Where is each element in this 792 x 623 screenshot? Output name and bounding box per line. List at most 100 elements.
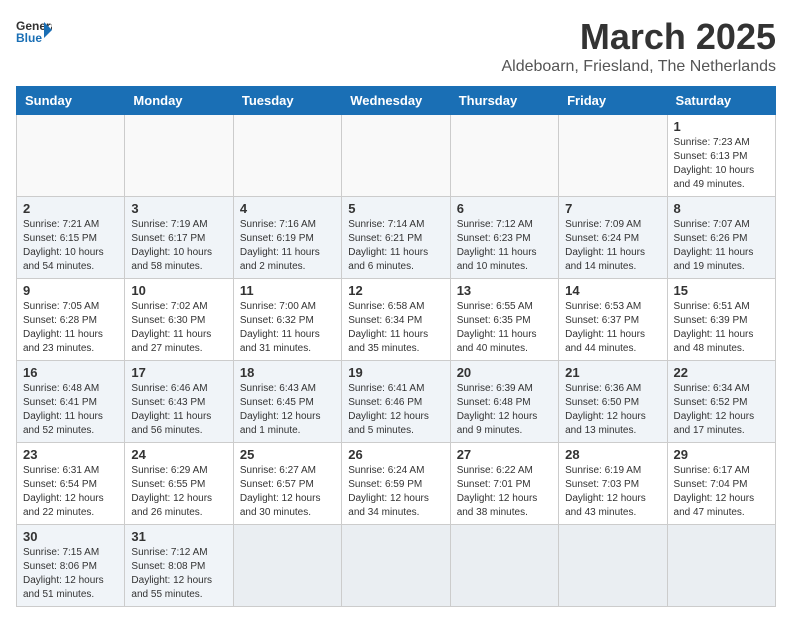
day-number: 18 [240, 365, 335, 380]
day-detail: Sunrise: 7:07 AM Sunset: 6:26 PM Dayligh… [674, 218, 769, 274]
weekday-header: Wednesday [342, 87, 450, 115]
day-number: 21 [565, 365, 660, 380]
day-detail: Sunrise: 6:22 AM Sunset: 7:01 PM Dayligh… [457, 464, 552, 520]
calendar-week-row: 1Sunrise: 7:23 AM Sunset: 6:13 PM Daylig… [17, 115, 776, 197]
calendar-cell: 22Sunrise: 6:34 AM Sunset: 6:52 PM Dayli… [667, 361, 775, 443]
calendar-cell: 28 Sunrise: 6:19 AM Sunset: 7:03 PM Dayli… [559, 443, 667, 525]
day-number: 7 [565, 201, 660, 216]
day-detail: Sunrise: 7:23 AM Sunset: 6:13 PM Dayligh… [674, 136, 769, 192]
calendar-cell: 12 Sunrise: 6:58 AM Sunset: 6:34 PM Dayli… [342, 279, 450, 361]
day-number: 28 [565, 447, 660, 462]
calendar-cell: 18 Sunrise: 6:43 AM Sunset: 6:45 PM Dayli… [233, 361, 341, 443]
calendar-cell [667, 525, 775, 607]
calendar-week-row: 2 Sunrise: 7:21 AM Sunset: 6:15 PM Daylig… [17, 197, 776, 279]
weekday-header: Tuesday [233, 87, 341, 115]
calendar-cell [559, 115, 667, 197]
logo: General Blue [16, 16, 52, 44]
calendar-cell: 27Sunrise: 6:22 AM Sunset: 7:01 PM Dayli… [450, 443, 558, 525]
day-detail: Sunrise: 6:17 AM Sunset: 7:04 PM Dayligh… [674, 464, 769, 520]
day-detail: Sunrise: 7:21 AM Sunset: 6:15 PM Dayligh… [23, 218, 118, 274]
day-detail: Sunrise: 6:31 AM Sunset: 6:54 PM Dayligh… [23, 464, 118, 520]
calendar-cell: 1Sunrise: 7:23 AM Sunset: 6:13 PM Daylig… [667, 115, 775, 197]
calendar-cell: 17Sunrise: 6:46 AM Sunset: 6:43 PM Dayli… [125, 361, 233, 443]
day-number: 2 [23, 201, 118, 216]
day-number: 24 [131, 447, 226, 462]
calendar-cell: 5 Sunrise: 7:14 AM Sunset: 6:21 PM Daylig… [342, 197, 450, 279]
day-number: 20 [457, 365, 552, 380]
calendar-cell [233, 115, 341, 197]
logo-icon: General Blue [16, 16, 52, 44]
day-detail: Sunrise: 7:12 AM Sunset: 8:08 PM Dayligh… [131, 546, 226, 602]
day-detail: Sunrise: 7:14 AM Sunset: 6:21 PM Dayligh… [348, 218, 443, 274]
calendar-cell: 19Sunrise: 6:41 AM Sunset: 6:46 PM Dayli… [342, 361, 450, 443]
calendar-cell: 8 Sunrise: 7:07 AM Sunset: 6:26 PM Daylig… [667, 197, 775, 279]
calendar-week-row: 23 Sunrise: 6:31 AM Sunset: 6:54 PM Dayli… [17, 443, 776, 525]
day-number: 10 [131, 283, 226, 298]
day-detail: Sunrise: 6:36 AM Sunset: 6:50 PM Dayligh… [565, 382, 660, 438]
calendar-cell [125, 115, 233, 197]
calendar-cell: 20 Sunrise: 6:39 AM Sunset: 6:48 PM Dayli… [450, 361, 558, 443]
weekday-header: Monday [125, 87, 233, 115]
calendar-cell: 7 Sunrise: 7:09 AM Sunset: 6:24 PM Daylig… [559, 197, 667, 279]
calendar-cell: 16 Sunrise: 6:48 AM Sunset: 6:41 PM Dayli… [17, 361, 125, 443]
weekday-header: Sunday [17, 87, 125, 115]
day-number: 6 [457, 201, 552, 216]
day-number: 5 [348, 201, 443, 216]
day-number: 29 [674, 447, 769, 462]
day-detail: Sunrise: 6:39 AM Sunset: 6:48 PM Dayligh… [457, 382, 552, 438]
calendar-cell [450, 525, 558, 607]
calendar-header-row: SundayMondayTuesdayWednesdayThursdayFrid… [17, 87, 776, 115]
month-title: March 2025 [501, 16, 776, 58]
day-detail: Sunrise: 6:55 AM Sunset: 6:35 PM Dayligh… [457, 300, 552, 356]
calendar-cell: 23 Sunrise: 6:31 AM Sunset: 6:54 PM Dayli… [17, 443, 125, 525]
svg-text:Blue: Blue [16, 31, 42, 44]
calendar-cell: 4Sunrise: 7:16 AM Sunset: 6:19 PM Daylig… [233, 197, 341, 279]
calendar-cell: 13 Sunrise: 6:55 AM Sunset: 6:35 PM Dayli… [450, 279, 558, 361]
day-number: 13 [457, 283, 552, 298]
location-subtitle: Aldeboarn, Friesland, The Netherlands [501, 58, 776, 76]
day-number: 23 [23, 447, 118, 462]
day-detail: Sunrise: 6:19 AM Sunset: 7:03 PM Dayligh… [565, 464, 660, 520]
calendar-week-row: 9 Sunrise: 7:05 AM Sunset: 6:28 PM Daylig… [17, 279, 776, 361]
day-number: 16 [23, 365, 118, 380]
calendar-cell: 6 Sunrise: 7:12 AM Sunset: 6:23 PM Daylig… [450, 197, 558, 279]
day-detail: Sunrise: 6:48 AM Sunset: 6:41 PM Dayligh… [23, 382, 118, 438]
day-number: 15 [674, 283, 769, 298]
calendar-cell: 9 Sunrise: 7:05 AM Sunset: 6:28 PM Daylig… [17, 279, 125, 361]
day-number: 30 [23, 529, 118, 544]
day-number: 9 [23, 283, 118, 298]
day-detail: Sunrise: 6:29 AM Sunset: 6:55 PM Dayligh… [131, 464, 226, 520]
calendar-cell: 15Sunrise: 6:51 AM Sunset: 6:39 PM Dayli… [667, 279, 775, 361]
day-number: 25 [240, 447, 335, 462]
day-detail: Sunrise: 7:19 AM Sunset: 6:17 PM Dayligh… [131, 218, 226, 274]
day-number: 17 [131, 365, 226, 380]
day-detail: Sunrise: 7:12 AM Sunset: 6:23 PM Dayligh… [457, 218, 552, 274]
day-detail: Sunrise: 7:05 AM Sunset: 6:28 PM Dayligh… [23, 300, 118, 356]
day-number: 11 [240, 283, 335, 298]
calendar-cell: 3Sunrise: 7:19 AM Sunset: 6:17 PM Daylig… [125, 197, 233, 279]
day-number: 8 [674, 201, 769, 216]
calendar-cell: 21 Sunrise: 6:36 AM Sunset: 6:50 PM Dayli… [559, 361, 667, 443]
day-number: 26 [348, 447, 443, 462]
calendar-cell: 11 Sunrise: 7:00 AM Sunset: 6:32 PM Dayli… [233, 279, 341, 361]
calendar-week-row: 30Sunrise: 7:15 AM Sunset: 8:06 PM Dayli… [17, 525, 776, 607]
day-detail: Sunrise: 7:00 AM Sunset: 6:32 PM Dayligh… [240, 300, 335, 356]
day-detail: Sunrise: 6:34 AM Sunset: 6:52 PM Dayligh… [674, 382, 769, 438]
day-number: 14 [565, 283, 660, 298]
calendar-cell [233, 525, 341, 607]
calendar-cell: 10Sunrise: 7:02 AM Sunset: 6:30 PM Dayli… [125, 279, 233, 361]
calendar-cell: 30Sunrise: 7:15 AM Sunset: 8:06 PM Dayli… [17, 525, 125, 607]
day-detail: Sunrise: 7:09 AM Sunset: 6:24 PM Dayligh… [565, 218, 660, 274]
weekday-header: Friday [559, 87, 667, 115]
day-number: 31 [131, 529, 226, 544]
calendar-cell: 31 Sunrise: 7:12 AM Sunset: 8:08 PM Dayli… [125, 525, 233, 607]
day-number: 12 [348, 283, 443, 298]
day-detail: Sunrise: 6:53 AM Sunset: 6:37 PM Dayligh… [565, 300, 660, 356]
day-number: 4 [240, 201, 335, 216]
calendar-cell: 14 Sunrise: 6:53 AM Sunset: 6:37 PM Dayli… [559, 279, 667, 361]
day-detail: Sunrise: 6:58 AM Sunset: 6:34 PM Dayligh… [348, 300, 443, 356]
calendar-cell [342, 115, 450, 197]
weekday-header: Thursday [450, 87, 558, 115]
day-detail: Sunrise: 6:43 AM Sunset: 6:45 PM Dayligh… [240, 382, 335, 438]
calendar-cell [559, 525, 667, 607]
